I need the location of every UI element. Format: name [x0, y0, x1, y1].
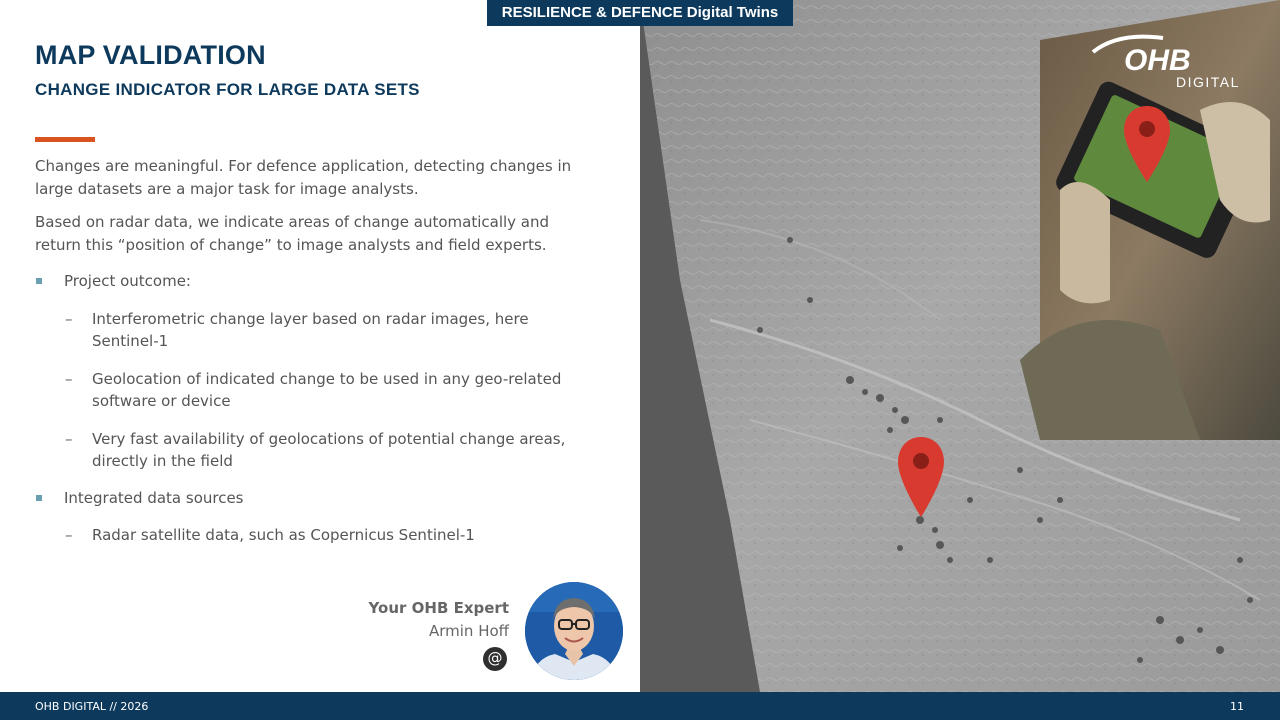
square-bullet-icon — [36, 278, 42, 284]
svg-text:DIGITAL: DIGITAL — [1176, 74, 1240, 90]
method-paragraph: Based on radar data, we indicate areas o… — [35, 213, 550, 254]
body-content: Changes are meaningful. For defence appl… — [35, 155, 595, 547]
footer-bar: OHB DIGITAL // 2026 11 — [0, 692, 1280, 720]
ohb-digital-logo: OHB DIGITAL — [1088, 30, 1258, 92]
radar-map-graphic — [640, 0, 1280, 692]
page-number: 11 — [1230, 700, 1244, 713]
sub-bullet-item: – Very fast availability of geolocations… — [35, 428, 595, 473]
expert-label: Your OHB Expert — [368, 599, 509, 617]
ohb-logo-icon: OHB DIGITAL — [1091, 34, 1240, 90]
bullet-item: Integrated data sources — [35, 487, 595, 510]
map-pin-icon — [1124, 106, 1170, 182]
sub-bullet-item: – Geolocation of indicated change to be … — [35, 368, 595, 413]
dash-icon: – — [65, 309, 73, 328]
sub-bullet-text: Very fast availability of geolocations o… — [92, 429, 566, 471]
bullet-item: Project outcome: — [35, 270, 595, 293]
sub-bullet-item: – Radar satellite data, such as Copernic… — [35, 524, 595, 547]
bullet-label: Project outcome: — [64, 272, 191, 290]
expert-name: Armin Hoff — [428, 622, 509, 640]
intro-paragraph: Changes are meaningful. For defence appl… — [35, 157, 572, 198]
sub-bullet-text: Interferometric change layer based on ra… — [92, 309, 529, 351]
sub-bullet-text: Geolocation of indicated change to be us… — [92, 369, 562, 411]
dash-icon: – — [65, 429, 73, 448]
section-tag: RESILIENCE & DEFENCE Digital Twins — [487, 0, 793, 26]
page-subtitle: CHANGE INDICATOR FOR LARGE DATA SETS — [35, 80, 420, 99]
dash-icon: – — [65, 369, 73, 388]
map-pin-icon — [898, 437, 944, 517]
bullet-label: Integrated data sources — [64, 488, 244, 507]
expert-avatar — [525, 582, 623, 680]
page-title: MAP VALIDATION — [35, 40, 266, 70]
square-bullet-icon — [36, 494, 42, 501]
accent-divider — [35, 137, 95, 142]
svg-text:OHB: OHB — [1124, 44, 1191, 77]
email-at-icon[interactable]: @ — [483, 647, 507, 671]
map-image — [640, 0, 1280, 692]
footer-copyright: OHB DIGITAL // 2026 — [35, 700, 149, 713]
dash-icon: – — [65, 526, 73, 544]
sub-bullet-text: Radar satellite data, such as Copernicus… — [92, 526, 475, 544]
portrait-icon — [525, 582, 623, 680]
sub-bullet-item: – Interferometric change layer based on … — [35, 308, 595, 353]
